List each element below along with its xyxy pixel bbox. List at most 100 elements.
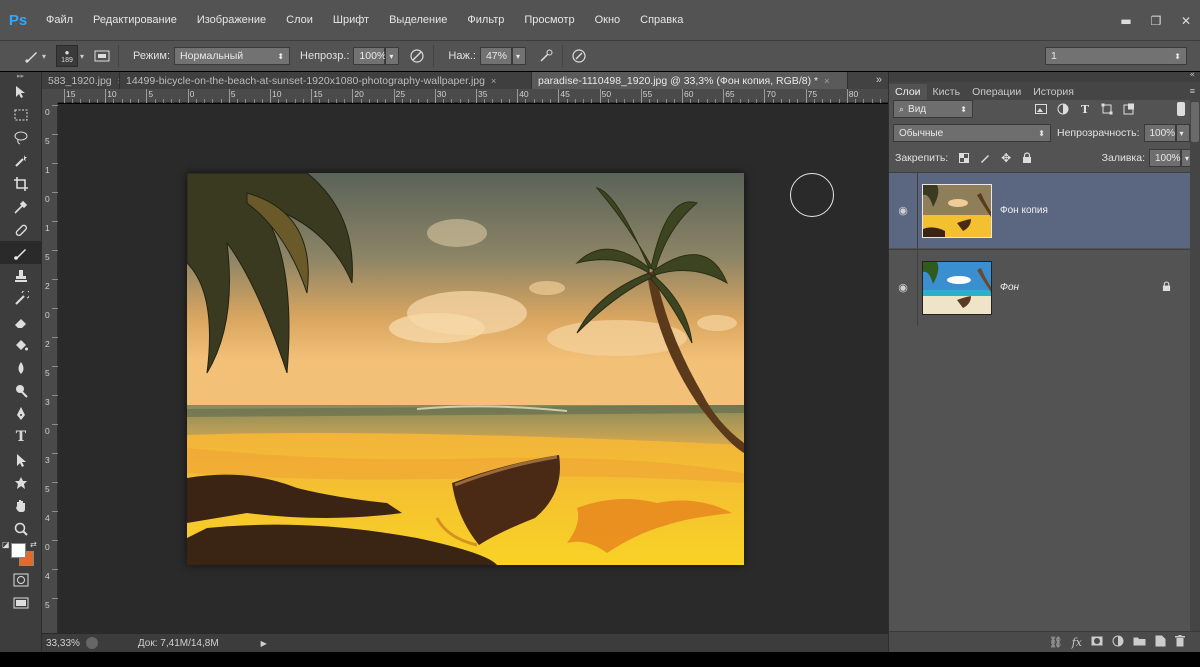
tab-layers[interactable]: Слои [889,84,927,100]
default-colors-icon[interactable]: ◪ [2,540,10,549]
layer-filter-select[interactable]: ⌕ Вид ⬍ [893,100,973,118]
type-tool-icon[interactable]: T [0,425,42,448]
horizontal-ruler[interactable]: 15 10 5 0 5 10 15 20 25 30 35 40 45 50 55 60 65 70 75 80 [58,89,888,103]
brush-size-picker[interactable]: ● 189 [56,45,79,67]
filter-adjustment-icon[interactable] [1055,101,1071,117]
close-button[interactable]: ✕ [1178,14,1194,28]
lasso-tool-icon[interactable] [0,126,42,149]
layer-thumbnail[interactable] [922,183,992,238]
tab-brush[interactable]: Кисть [927,84,967,100]
new-layer-icon[interactable] [1155,635,1166,650]
layer-lock-icon[interactable] [1162,280,1171,295]
new-group-icon[interactable] [1133,636,1146,649]
restore-button[interactable]: ❐ [1148,14,1164,28]
clone-stamp-tool-icon[interactable] [0,264,42,287]
eyedropper-tool-icon[interactable] [0,195,42,218]
layer-row-fon-kopiya[interactable]: ◉ Фон копия [889,172,1200,249]
pressure-dropdown[interactable]: ▾ [511,47,526,65]
path-selection-tool-icon[interactable] [0,448,42,471]
close-icon[interactable]: × [491,76,496,86]
status-menu-arrow-icon[interactable]: ▶ [261,639,267,648]
filter-toggle[interactable] [1177,102,1185,116]
menu-item-1[interactable]: Редактирование [83,14,187,26]
quick-selection-tool-icon[interactable] [0,149,42,172]
collapse-icon[interactable]: « [1189,70,1195,80]
pen-tool-icon[interactable] [0,402,42,425]
tab-document-2[interactable]: 14499-bicycle-on-the-beach-at-sunset-192… [120,72,532,89]
ruler-origin[interactable] [42,89,58,103]
blur-tool-icon[interactable] [0,356,42,379]
lock-position-icon[interactable]: ✥ [998,150,1014,166]
custom-shape-tool-icon[interactable] [0,471,42,494]
layer-thumbnail[interactable] [922,260,992,315]
hand-tool-icon[interactable] [0,494,42,517]
tab-actions[interactable]: Операции [966,84,1027,100]
document-image[interactable] [187,173,744,565]
paint-bucket-tool-icon[interactable] [0,333,42,356]
pressure-field[interactable]: 47% [479,47,512,65]
minimize-button[interactable]: ▬ [1118,14,1134,28]
pressure-opacity-icon[interactable] [407,46,427,66]
layer-name[interactable]: Фон копия [1000,205,1048,216]
lock-all-icon[interactable] [1019,150,1035,166]
close-icon[interactable]: × [824,76,829,86]
layer-style-icon[interactable]: fx [1072,636,1082,649]
brush-size-arrow-icon[interactable]: ▾ [80,52,84,61]
menu-item-7[interactable]: Просмотр [514,14,584,26]
filter-shape-icon[interactable] [1099,101,1115,117]
blend-mode-select[interactable]: Обычные ⬍ [893,124,1051,142]
document-info-icon[interactable] [85,637,98,649]
lock-transparency-icon[interactable] [956,150,972,166]
menu-item-6[interactable]: Фильтр [457,14,514,26]
zoom-level[interactable]: 33,33% [46,638,80,649]
filter-smart-object-icon[interactable] [1121,101,1137,117]
mode-select[interactable]: Нормальный ⬍ [174,47,291,65]
screen-mode-icon[interactable] [0,591,42,614]
brush-preset-arrow-icon[interactable]: ▾ [42,52,46,61]
filter-image-icon[interactable] [1033,101,1049,117]
swap-colors-icon[interactable]: ⇄ [30,540,37,549]
zoom-tool-icon[interactable] [0,517,42,540]
layer-opacity-dropdown[interactable]: ▾ [1175,124,1190,142]
fill-field[interactable]: 100% [1149,149,1181,167]
panel-menu-icon[interactable]: ≡ [1190,86,1195,96]
workspace-select[interactable]: 1 ⬍ [1045,47,1187,65]
tab-document-3[interactable]: paradise-1110498_1920.jpg @ 33,3% (Фон к… [532,72,848,89]
history-brush-tool-icon[interactable] [0,287,42,310]
opacity-field[interactable]: 100% [353,47,386,65]
move-tool-icon[interactable] [0,80,42,103]
marquee-tool-icon[interactable] [0,103,42,126]
crop-tool-icon[interactable] [0,172,42,195]
pressure-size-icon[interactable] [569,46,589,66]
lock-pixels-icon[interactable] [977,150,993,166]
brush-panel-toggle-icon[interactable] [92,46,112,66]
delete-layer-icon[interactable] [1175,634,1185,650]
menu-item-8[interactable]: Окно [585,14,631,26]
brush-tool-preset-icon[interactable] [22,46,42,66]
layer-name[interactable]: Фон [1000,282,1019,293]
link-layers-icon[interactable]: ⛓ [1049,636,1063,649]
menu-item-4[interactable]: Шрифт [323,14,379,26]
panel-collapse-bar[interactable]: « [889,70,1200,82]
menu-item-2[interactable]: Изображение [187,14,276,26]
tab-overflow-icon[interactable]: » [876,72,882,89]
vertical-ruler[interactable]: 051015202530354045 [42,103,58,633]
opacity-dropdown[interactable]: ▾ [385,47,400,65]
scrollbar-thumb[interactable] [1191,102,1199,142]
tab-history[interactable]: История [1027,84,1080,100]
panel-scrollbar[interactable] [1190,100,1200,631]
filter-type-icon[interactable]: T [1077,101,1093,117]
layer-opacity-field[interactable]: 100% [1143,124,1176,142]
foreground-color-swatch[interactable] [11,543,26,558]
brush-tool-icon[interactable] [0,241,42,264]
panel-grip-icon[interactable]: ▸▸ [0,72,41,80]
healing-brush-tool-icon[interactable] [0,218,42,241]
visibility-eye-icon[interactable]: ◉ [889,281,917,294]
menu-item-5[interactable]: Выделение [379,14,457,26]
menu-item-0[interactable]: Файл [36,14,83,26]
tab-document-1[interactable]: 583_1920.jpg × [42,72,120,89]
adjustment-layer-icon[interactable] [1112,635,1124,650]
eraser-tool-icon[interactable] [0,310,42,333]
canvas-area[interactable] [58,104,888,633]
menu-item-3[interactable]: Слои [276,14,323,26]
